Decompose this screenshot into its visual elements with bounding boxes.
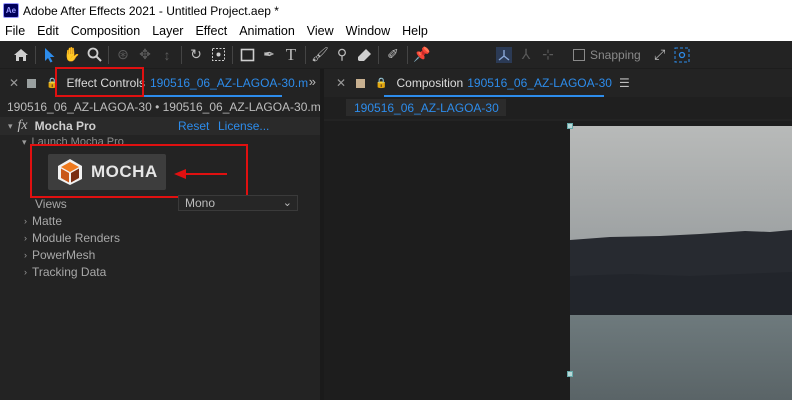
- property-group-tracking-data[interactable]: › Tracking Data: [0, 263, 320, 280]
- hand-tool-icon[interactable]: ✋: [61, 44, 83, 66]
- views-value: Mono: [185, 196, 216, 210]
- menu-effect[interactable]: Effect: [195, 24, 227, 38]
- chevron-right-icon[interactable]: ›: [24, 267, 27, 277]
- tools-bar: ✋ ⊛ ✥ ↕ ↻ ✒ T 🖌 ⚲ ✐ 📌 ⅄ ⊹ Snapping ⤢: [0, 41, 792, 68]
- title-bar: Ae Adobe After Effects 2021 - Untitled P…: [0, 0, 792, 21]
- after-effects-logo: Ae: [3, 3, 19, 18]
- views-row: Views Mono ⌄: [0, 195, 320, 212]
- type-tool-icon[interactable]: T: [280, 44, 302, 66]
- property-label: Matte: [32, 213, 63, 228]
- menu-composition[interactable]: Composition: [71, 24, 140, 38]
- effect-controls-panel: ✕ 🔒 Effect Controls 190516_06_AZ-LAGOA-3…: [0, 67, 334, 400]
- zoom-tool-icon[interactable]: [83, 44, 105, 66]
- eraser-tool-icon[interactable]: [353, 44, 375, 66]
- snapping-toggle[interactable]: Snapping: [573, 48, 641, 62]
- property-group-matte[interactable]: › Matte: [0, 212, 320, 229]
- toolbar-divider: [108, 45, 109, 64]
- fx-toggle-icon[interactable]: fx: [18, 118, 28, 134]
- menu-bar: File Edit Composition Layer Effect Anima…: [0, 21, 792, 41]
- property-label: Tracking Data: [32, 264, 107, 279]
- close-icon[interactable]: ✕: [336, 76, 346, 90]
- roto-brush-tool-icon[interactable]: ✐: [382, 44, 404, 66]
- composition-navigator: 190516_06_AZ-LAGOA-30: [324, 97, 792, 119]
- snapping-label: Snapping: [590, 47, 641, 62]
- composition-viewer[interactable]: [324, 121, 792, 400]
- local-axis-icon[interactable]: ⅄: [515, 44, 537, 66]
- lock-icon[interactable]: 🔒: [375, 78, 387, 89]
- chevron-right-icon[interactable]: ›: [24, 250, 27, 260]
- property-group-powermesh[interactable]: › PowerMesh: [0, 246, 320, 263]
- views-dropdown[interactable]: Mono ⌄: [178, 195, 298, 211]
- selection-tool-icon[interactable]: [39, 44, 61, 66]
- toolbar-divider: [35, 45, 36, 64]
- snapping-checkbox[interactable]: [573, 48, 585, 61]
- menu-file[interactable]: File: [5, 24, 25, 38]
- chevron-right-icon[interactable]: ›: [24, 233, 27, 243]
- toolbar-divider: [232, 45, 233, 64]
- effect-name: Mocha Pro: [34, 119, 96, 133]
- orbit-camera-icon[interactable]: ⊛: [112, 44, 134, 66]
- clone-stamp-tool-icon[interactable]: ⚲: [331, 44, 353, 66]
- rotation-tool-icon[interactable]: ↻: [185, 44, 207, 66]
- chevron-down-icon: ⌄: [282, 197, 292, 209]
- panel-color-swatch: [356, 78, 366, 88]
- track-z-camera-icon[interactable]: ↕: [156, 44, 178, 66]
- property-group-module-renders[interactable]: › Module Renders: [0, 229, 320, 246]
- menu-help[interactable]: Help: [402, 24, 428, 38]
- chevron-right-icon[interactable]: ›: [24, 216, 27, 226]
- composition-breadcrumb[interactable]: 190516_06_AZ-LAGOA-30: [346, 99, 506, 116]
- mocha-cube-icon: [58, 159, 82, 185]
- world-axis-icon[interactable]: [493, 44, 515, 66]
- view-axis-icon[interactable]: ⊹: [537, 44, 559, 66]
- close-icon[interactable]: ✕: [9, 76, 19, 90]
- toolbar-divider: [407, 45, 408, 64]
- chevron-down-icon[interactable]: ▾: [22, 137, 27, 148]
- property-label: PowerMesh: [32, 247, 96, 262]
- pen-tool-icon[interactable]: ✒: [258, 44, 280, 66]
- toolbar-divider: [378, 45, 379, 64]
- tab-composition-name[interactable]: 190516_06_AZ-LAGOA-30: [467, 76, 612, 90]
- tab-layer-name[interactable]: 190516_06_AZ-LAGOA-30.m: [150, 76, 308, 90]
- menu-layer[interactable]: Layer: [152, 24, 183, 38]
- launch-mocha-button[interactable]: MOCHA: [48, 154, 166, 190]
- footage-frame: [570, 126, 792, 400]
- property-label: Module Renders: [32, 230, 121, 245]
- reset-link[interactable]: Reset: [178, 119, 209, 133]
- effect-header-row[interactable]: ▾ fx Mocha Pro Reset License...: [0, 117, 320, 135]
- workspace-search-icon[interactable]: [671, 44, 693, 66]
- mocha-button-label: MOCHA: [91, 162, 158, 181]
- footage-water: [570, 315, 792, 400]
- brush-tool-icon[interactable]: 🖌: [309, 44, 331, 66]
- layer-breadcrumb: 190516_06_AZ-LAGOA-30 • 190516_06_AZ-LAG…: [7, 100, 335, 114]
- arrow-left-icon: [174, 169, 227, 179]
- layer-handle[interactable]: [567, 123, 573, 129]
- toolbar-divider: [305, 45, 306, 64]
- toolbar-divider: [181, 45, 182, 64]
- home-icon[interactable]: [10, 44, 32, 66]
- views-label: Views: [35, 196, 67, 211]
- panel-color-swatch: [27, 78, 37, 88]
- panel-overflow-icon[interactable]: »: [309, 74, 316, 89]
- composition-tabbar: ✕ 🔒 Composition 190516_06_AZ-LAGOA-30 ☰: [324, 69, 792, 97]
- composition-panel: ✕ 🔒 Composition 190516_06_AZ-LAGOA-30 ☰ …: [324, 69, 792, 400]
- rectangle-tool-icon[interactable]: [236, 44, 258, 66]
- chevron-down-icon[interactable]: ▾: [8, 121, 13, 132]
- menu-window[interactable]: Window: [346, 24, 390, 38]
- pan-behind-tool-icon[interactable]: [207, 44, 229, 66]
- menu-animation[interactable]: Animation: [239, 24, 295, 38]
- highlight-box-tab: [55, 67, 144, 97]
- menu-edit[interactable]: Edit: [37, 24, 59, 38]
- layer-handle[interactable]: [567, 371, 573, 377]
- window-title: Adobe After Effects 2021 - Untitled Proj…: [23, 3, 279, 18]
- effect-controls-tabbar: ✕ 🔒 Effect Controls 190516_06_AZ-LAGOA-3…: [0, 69, 320, 97]
- expand-icon[interactable]: ⤢: [649, 44, 671, 66]
- track-xy-camera-icon[interactable]: ✥: [134, 44, 156, 66]
- license-link[interactable]: License...: [218, 119, 269, 133]
- menu-view[interactable]: View: [307, 24, 334, 38]
- tab-composition[interactable]: Composition: [397, 76, 464, 90]
- puppet-pin-tool-icon[interactable]: 📌: [411, 44, 433, 66]
- panel-menu-icon[interactable]: ☰: [619, 76, 630, 90]
